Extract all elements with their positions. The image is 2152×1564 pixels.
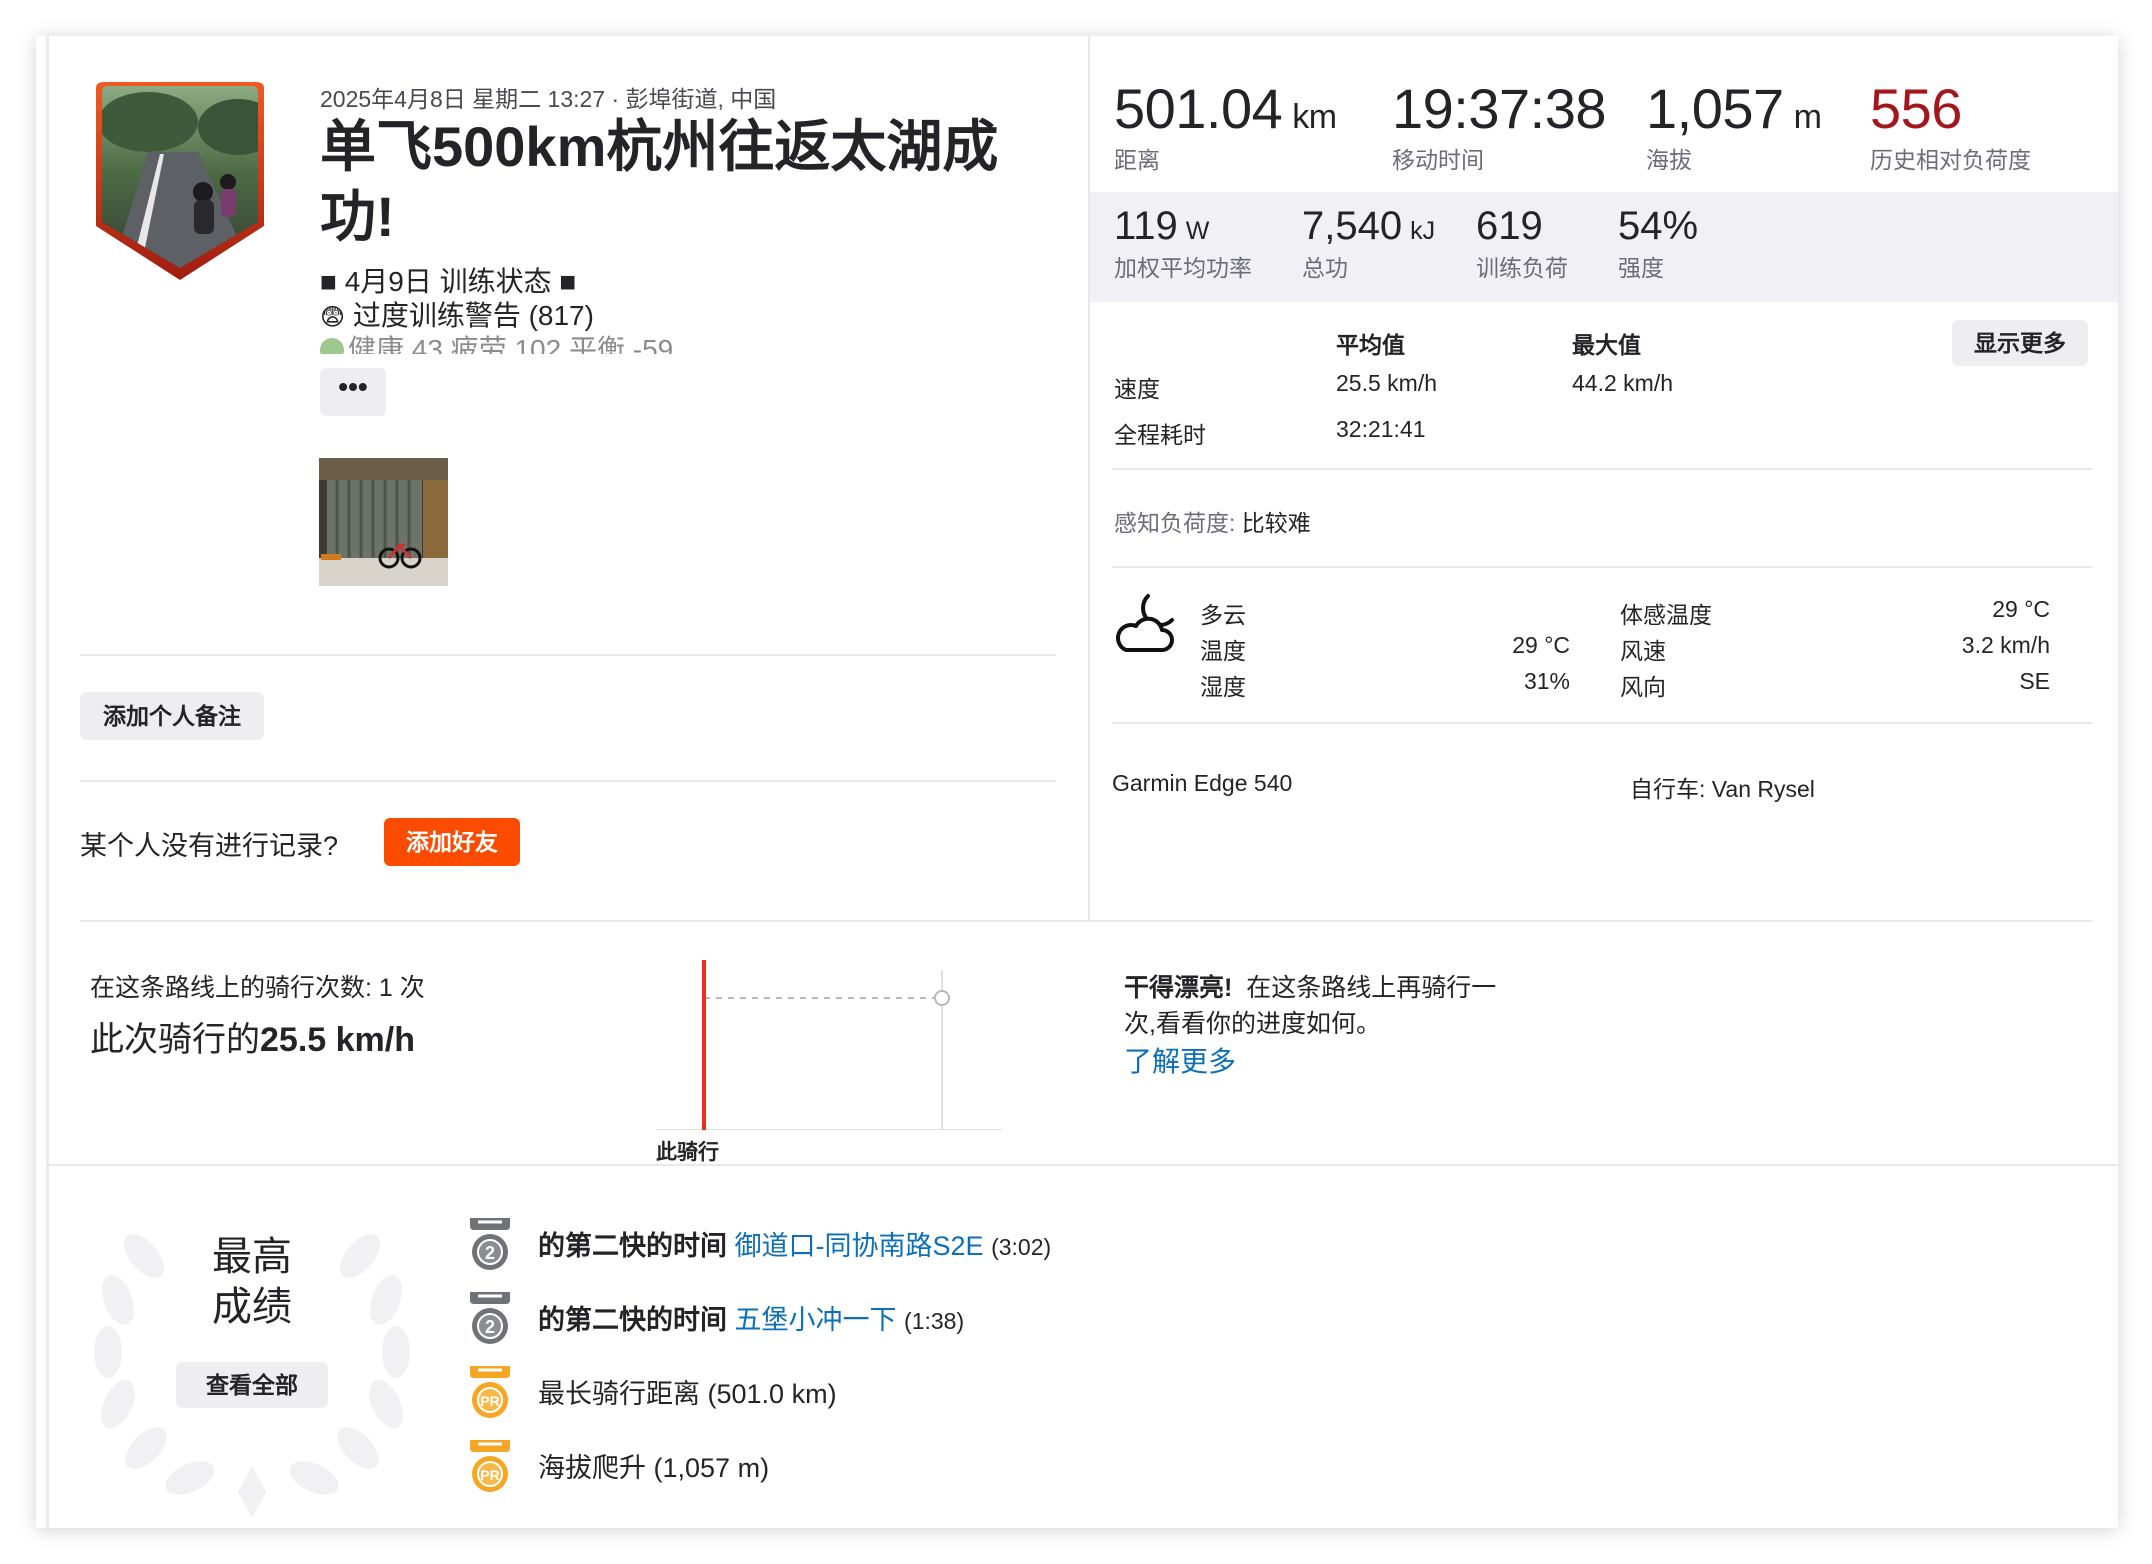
activity-photo-thumbnail[interactable] [319,458,448,586]
achievement-time: (3:02) [991,1234,1052,1260]
cloudy-night-icon [1112,588,1182,658]
route-progress-chart [656,960,1016,1131]
stat-weighted-power: 119 W 加权平均功率 [1114,204,1252,281]
more-description-button[interactable]: ••• [320,368,386,416]
temperature-value: 29 °C [1512,632,1570,658]
route-speed-value: 25.5 km/h [260,1021,415,1059]
achievement-prefix: 最长骑行距离 [538,1379,700,1409]
activity-meta: 2025年4月8日 星期二 13:27 · 彭埠街道, 中国 [320,86,777,112]
add-private-note-button[interactable]: 添加个人备注 [80,692,264,740]
activity-photo-shield[interactable] [88,82,272,282]
achievement-prefix: 海拔爬升 [538,1453,646,1483]
activity-title: 单飞500km杭州往返太湖成功! [320,115,999,248]
speed-average: 25.5 km/h [1336,370,1437,396]
divider [80,780,1056,782]
stat-distance: 501.04 km 距离 [1114,77,1337,173]
achievement-item: 的第二快的时间 五堡小冲一下 (1:38) [538,1298,964,1337]
silver-medal-icon: 2 [466,1292,514,1346]
divider [80,654,1056,656]
perceived-exertion: 感知负荷度: 比较难 [1114,504,1311,538]
temperature-label: 温度 [1200,638,1246,664]
route-speed-summary: 此次骑行的25.5 km/h [90,1012,415,1061]
stat-total-work: 7,540 kJ 总功 [1302,204,1436,281]
column-header-max: 最大值 [1572,332,1641,358]
wind-speed-label: 风速 [1620,638,1666,664]
achievements-heading-line1: 最高 [212,1235,292,1279]
chart-marker-label: 此骑行 [656,1141,719,1164]
achievement-item: 最长骑行距离 (501.0 km) [538,1372,837,1411]
route-ride-count: 在这条路线上的骑行次数: 1 次 [90,974,425,1002]
route-speed-prefix: 此次骑行的 [90,1021,260,1059]
achievements-heading: 最高 成绩 [84,1232,420,1332]
fearful-face-icon: 😨 [320,304,346,331]
activity-card: 2025年4月8日 星期二 13:27 · 彭埠街道, 中国 单飞500km杭州… [36,36,2118,1528]
fitness-summary-line: 健康 43 疲劳 102 平衡 -59 [320,328,673,354]
route-praise-bold: 干得漂亮! [1124,974,1233,1002]
medal-pr-text: PR [480,1393,499,1409]
segment-link[interactable]: 御道口-同协南路S2E [735,1231,984,1261]
show-more-button[interactable]: 显示更多 [1952,320,2088,366]
achievement-item: 海拔爬升 (1,057 m) [538,1446,769,1485]
fitness-summary-text: 健康 43 疲劳 102 平衡 -59 [348,334,674,354]
chart-next-ride-point [934,990,950,1006]
divider [1112,468,2092,470]
medal-pr-text: PR [480,1467,499,1483]
medal-rank-text: 2 [485,1243,495,1263]
stat-moving-time: 19:37:38 移动时间 [1392,77,1606,173]
overtraining-warning-text: 过度训练警告 (817) [352,300,594,331]
humidity-label: 湿度 [1200,674,1246,700]
medal-rank-text: 2 [485,1317,495,1337]
row-label-speed: 速度 [1114,376,1160,402]
weather-condition: 多云 [1200,602,1246,628]
sprout-icon [320,338,344,354]
pr-medal-icon: PR [466,1440,514,1494]
divider [1112,722,2092,724]
route-praise-line2: 次,看看你的进度如何。 [1124,1010,1381,1038]
achievement-value: (501.0 km) [707,1379,837,1409]
row-label-elapsed-time: 全程耗时 [1114,422,1206,448]
wind-direction-label: 风向 [1620,674,1666,700]
divider [80,920,2092,922]
perceived-exertion-label: 感知负荷度: [1114,510,1236,536]
stat-relative-effort[interactable]: 556 历史相对负荷度 [1870,76,2031,175]
achievements-heading-line2: 成绩 [212,1285,292,1329]
wind-direction-value: SE [2019,668,2050,694]
segment-link[interactable]: 五堡小冲一下 [735,1305,897,1335]
add-friend-button[interactable]: 添加好友 [384,818,520,866]
achievement-prefix: 的第二快的时间 [538,1305,727,1335]
achievement-prefix: 的第二快的时间 [538,1231,727,1261]
device-name: Garmin Edge 540 [1112,770,1293,796]
stat-intensity: 54% 强度 [1618,204,1699,281]
divider [46,1164,2118,1166]
stat-training-load: 619 训练负荷 [1476,204,1568,281]
friend-prompt: 某个人没有进行记录? [80,831,339,861]
column-divider [1088,36,1090,920]
feels-like-value: 29 °C [1992,596,2050,622]
route-praise: 干得漂亮! 在这条路线上再骑行一 [1124,968,1496,1004]
divider [1112,566,2092,568]
feels-like-label: 体感温度 [1620,602,1712,628]
wind-speed-value: 3.2 km/h [1961,632,2050,658]
achievement-item: 的第二快的时间 御道口-同协南路S2E (3:02) [538,1224,1051,1263]
bike-name[interactable]: 自行车: Van Rysel [1630,770,1815,804]
speed-max: 44.2 km/h [1572,370,1673,396]
humidity-value: 31% [1523,668,1570,694]
view-all-achievements-button[interactable]: 查看全部 [176,1362,328,1408]
silver-medal-icon: 2 [466,1218,514,1272]
learn-more-link[interactable]: 了解更多 [1124,1040,1236,1080]
route-praise-line1: 在这条路线上再骑行一 [1246,974,1497,1002]
column-header-average: 平均值 [1336,332,1405,358]
achievement-time: (1:38) [904,1308,965,1334]
elapsed-time-value: 32:21:41 [1336,416,1426,442]
stat-elevation: 1,057 m 海拔 [1646,77,1822,173]
perceived-exertion-value: 比较难 [1241,510,1311,536]
achievement-value: (1,057 m) [653,1453,770,1483]
pr-medal-icon: PR [466,1366,514,1420]
